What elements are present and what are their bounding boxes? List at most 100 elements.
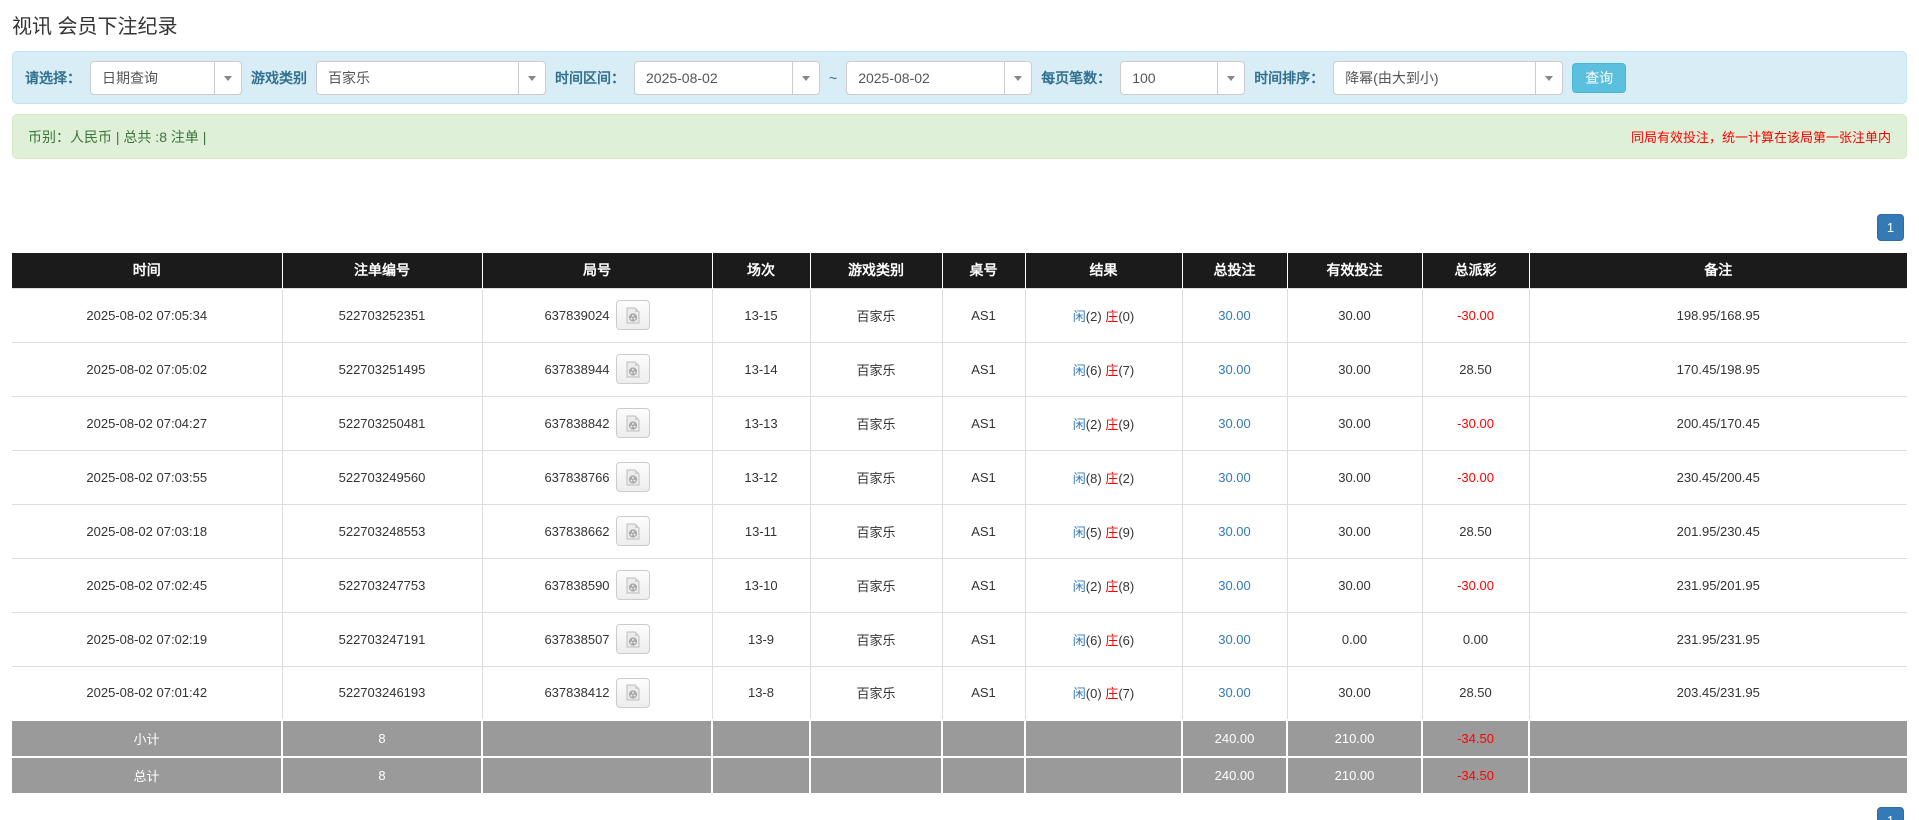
result-banker-score: (0)	[1118, 308, 1135, 324]
session-cell: 13-15	[711, 287, 811, 343]
total-bet-cell: 30.00	[1181, 449, 1288, 505]
payout-cell: -30.00	[1421, 557, 1530, 613]
table-row: 2025-08-02 07:02:45 522703247753 6378385…	[12, 557, 1907, 613]
round-id-cell: 637838412	[481, 665, 713, 721]
subtotal-label: 小计	[12, 719, 283, 758]
date-from-value: 2025-08-02	[646, 69, 718, 86]
table-no-cell: AS1	[941, 557, 1026, 613]
page-1-button-bottom[interactable]: 1	[1877, 807, 1904, 820]
result-player-score: (2)	[1085, 416, 1102, 432]
summary-bar: 币别：人民币 | 总共 :8 注单 | 同局有效投注，统一计算在该局第一张注单内	[12, 114, 1907, 159]
remark-cell: 231.95/231.95	[1528, 611, 1907, 667]
time-cell: 2025-08-02 07:02:19	[12, 611, 283, 667]
query-type-select[interactable]: 日期查询	[90, 60, 242, 95]
video-record-button[interactable]	[615, 462, 650, 492]
bet-id-cell: 522703249560	[281, 449, 483, 505]
chevron-down-icon	[224, 75, 232, 81]
table-no-cell: AS1	[941, 503, 1026, 559]
game-type-cell: 百家乐	[809, 557, 943, 613]
table-body: 2025-08-02 07:05:34 522703252351 6378390…	[12, 287, 1907, 721]
subtotal-valid-bet: 210.00	[1286, 719, 1423, 758]
total-bet-cell: 30.00	[1181, 557, 1288, 613]
remark-cell: 203.45/231.95	[1528, 665, 1907, 721]
round-id-value: 637838507	[544, 631, 610, 647]
subtotal-payout: -34.50	[1421, 719, 1530, 758]
video-record-button[interactable]	[615, 516, 650, 546]
time-cell: 2025-08-02 07:03:55	[12, 449, 283, 505]
valid-bet-cell: 30.00	[1286, 287, 1423, 343]
subtotal-count: 8	[281, 719, 483, 758]
table-row: 2025-08-02 07:05:34 522703252351 6378390…	[12, 287, 1907, 343]
total-bet-link[interactable]: 30.00	[1218, 308, 1251, 323]
total-bet-link[interactable]: 30.00	[1218, 416, 1251, 431]
total-bet-link[interactable]: 30.00	[1218, 685, 1251, 700]
date-to-select[interactable]: 2025-08-02	[846, 60, 1033, 95]
session-cell: 13-11	[711, 503, 811, 559]
game-type-label: 游戏类别	[251, 69, 307, 86]
total-bet-link[interactable]: 30.00	[1218, 632, 1251, 647]
total-bet-link[interactable]: 30.00	[1218, 578, 1251, 593]
game-type-cell: 百家乐	[809, 395, 943, 451]
sort-select[interactable]: 降幂(由大到小)	[1333, 60, 1564, 95]
result-banker-score: (9)	[1118, 524, 1135, 540]
result-banker-label: 庄	[1105, 578, 1119, 594]
table-row: 2025-08-02 07:02:19 522703247191 6378385…	[12, 611, 1907, 667]
remark-cell: 231.95/201.95	[1528, 557, 1907, 613]
chevron-down-icon	[1227, 75, 1236, 81]
bet-records-table: 时间 注单编号 局号 场次 游戏类别 桌号 结果 总投注 有效投注 总派彩 备注…	[12, 253, 1907, 795]
table-row: 2025-08-02 07:03:18 522703248553 6378386…	[12, 503, 1907, 559]
total-bet-link[interactable]: 30.00	[1218, 362, 1251, 377]
total-bet-cell: 30.00	[1181, 503, 1288, 559]
video-record-button[interactable]	[615, 354, 650, 384]
valid-bet-cell: 30.00	[1286, 503, 1423, 559]
time-cell: 2025-08-02 07:01:42	[12, 665, 283, 721]
game-type-select[interactable]: 百家乐	[316, 60, 546, 95]
video-record-button[interactable]	[615, 300, 650, 330]
payout-cell: -30.00	[1421, 287, 1530, 343]
total-valid-bet: 210.00	[1286, 756, 1423, 795]
round-id-cell: 637838590	[481, 557, 713, 613]
result-banker-score: (8)	[1118, 578, 1135, 594]
video-record-button[interactable]	[615, 408, 650, 438]
valid-bet-cell: 0.00	[1286, 611, 1423, 667]
result-player-score: (2)	[1085, 308, 1102, 324]
video-record-button[interactable]	[615, 624, 650, 654]
remark-cell: 201.95/230.45	[1528, 503, 1907, 559]
video-record-button[interactable]	[615, 677, 650, 708]
chevron-down-icon	[802, 75, 810, 81]
header-valid-bet: 有效投注	[1287, 253, 1423, 288]
result-cell: 闲(2) 庄(0)	[1024, 287, 1183, 343]
payout-value: -30.00	[1457, 577, 1494, 593]
video-record-button[interactable]	[615, 570, 650, 600]
header-bet-id: 注单编号	[282, 253, 483, 288]
round-id-value: 637838590	[544, 577, 610, 593]
result-cell: 闲(2) 庄(8)	[1024, 557, 1183, 613]
header-payout: 总派彩	[1422, 253, 1530, 288]
game-type-cell: 百家乐	[809, 665, 943, 721]
payout-value: -30.00	[1457, 307, 1494, 323]
film-file-icon	[626, 469, 640, 485]
remark-cell: 230.45/200.45	[1528, 449, 1907, 505]
header-round-id: 局号	[482, 253, 713, 288]
page-1-button[interactable]: 1	[1877, 214, 1904, 241]
payout-value: 28.50	[1459, 523, 1492, 539]
result-cell: 闲(6) 庄(6)	[1024, 611, 1183, 667]
film-file-icon	[626, 361, 640, 377]
result-player-score: (6)	[1085, 632, 1102, 648]
search-button[interactable]: 查询	[1572, 62, 1627, 93]
result-player-label: 闲	[1072, 416, 1086, 432]
result-banker-label: 庄	[1105, 524, 1119, 540]
bet-id-cell: 522703247753	[281, 557, 483, 613]
result-banker-label: 庄	[1105, 470, 1119, 486]
subtotal-row: 小计 8 240.00 210.00 -34.50	[12, 719, 1907, 758]
result-banker-label: 庄	[1105, 686, 1119, 702]
header-game-type: 游戏类别	[810, 253, 943, 288]
per-page-select[interactable]: 100	[1120, 60, 1246, 95]
result-banker-label: 庄	[1105, 632, 1119, 648]
total-bet-link[interactable]: 30.00	[1218, 470, 1251, 485]
valid-bet-notice-text: 同局有效投注，统一计算在该局第一张注单内	[1630, 130, 1891, 145]
result-banker-label: 庄	[1105, 362, 1119, 378]
time-cell: 2025-08-02 07:02:45	[12, 557, 283, 613]
total-bet-link[interactable]: 30.00	[1218, 524, 1251, 539]
date-from-select[interactable]: 2025-08-02	[634, 60, 820, 95]
